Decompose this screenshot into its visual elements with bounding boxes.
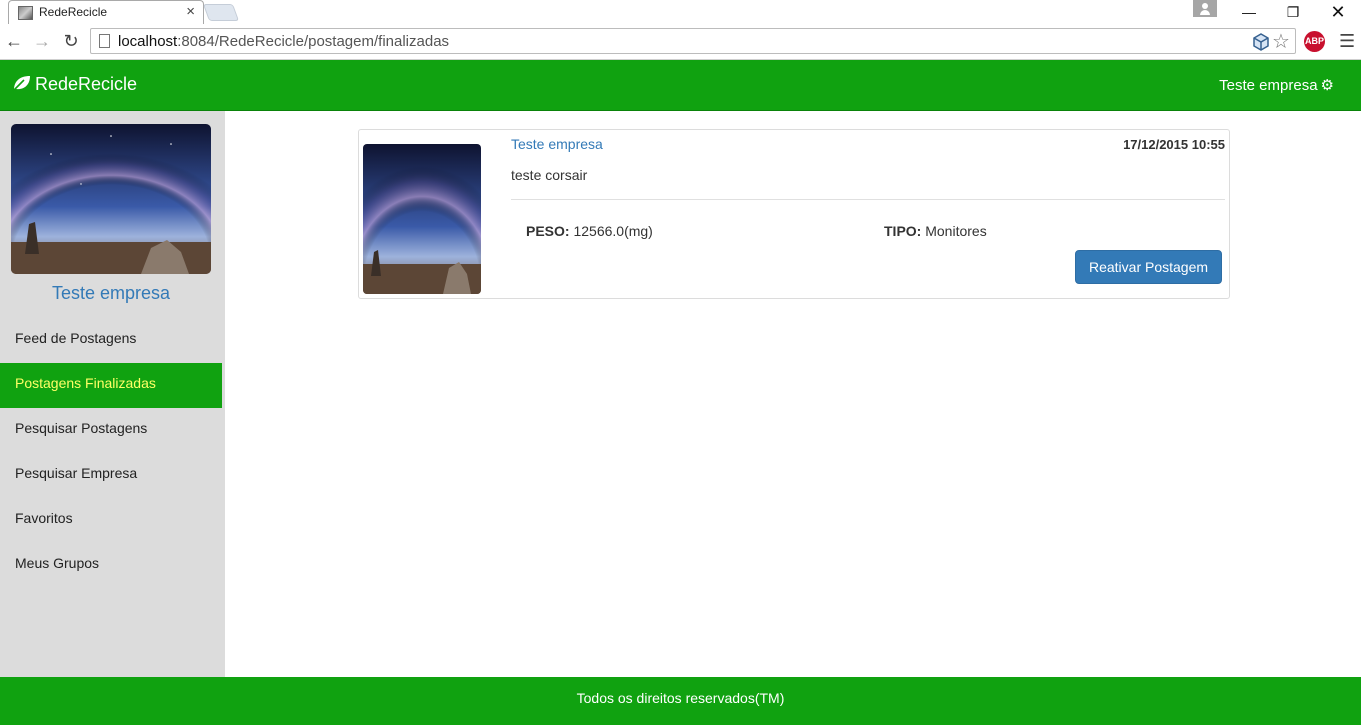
restore-button[interactable]: ❐ [1270, 0, 1316, 24]
close-tab-icon[interactable]: × [186, 3, 195, 21]
sidebar-nav: Feed de Postagens Postagens Finalizadas … [0, 318, 222, 588]
sidebar-item-favoritos[interactable]: Favoritos [0, 498, 222, 543]
post-date: 17/12/2015 10:55 [1123, 137, 1225, 152]
tipo-label: TIPO: [884, 223, 922, 239]
user-profile-icon[interactable] [1193, 0, 1217, 17]
browser-tab-strip: RedeRecicle × — ❐ ✕ [0, 0, 1361, 24]
address-bar[interactable]: localhost:8084/RedeRecicle/postagem/fina… [90, 28, 1296, 54]
user-menu-label: Teste empresa [1219, 77, 1318, 94]
url-text: localhost:8084/RedeRecicle/postagem/fina… [118, 33, 450, 50]
tipo-value: Monitores [925, 223, 987, 239]
close-window-button[interactable]: ✕ [1315, 0, 1361, 24]
post-author-link[interactable]: Teste empresa [511, 136, 603, 152]
leaf-icon [12, 76, 30, 92]
minimize-button[interactable]: — [1226, 0, 1272, 24]
footer-text: Todos os direitos reservados(TM) [576, 690, 785, 706]
gear-icon: ⚙ [1320, 77, 1334, 94]
sidebar-item-finalizadas[interactable]: Postagens Finalizadas [0, 363, 222, 408]
peso-value: 12566.0(mg) [573, 223, 653, 239]
back-icon[interactable]: ← [3, 30, 25, 52]
post-divider [511, 199, 1225, 200]
new-tab-button[interactable] [202, 4, 240, 21]
post-peso: PESO: 12566.0(mg) [526, 223, 653, 239]
sidebar-item-feed[interactable]: Feed de Postagens [0, 318, 222, 363]
brand-link[interactable]: RedeRecicle [12, 74, 137, 95]
peso-label: PESO: [526, 223, 570, 239]
extension-cube-icon[interactable] [1252, 33, 1270, 51]
page-icon [99, 34, 110, 48]
app-navbar: RedeRecicle Teste empresa ⚙ [0, 60, 1361, 111]
sidebar-item-pesquisar-postagens[interactable]: Pesquisar Postagens [0, 408, 222, 453]
post-image [363, 144, 481, 294]
brand-name: RedeRecicle [35, 74, 138, 94]
post-tipo: TIPO: Monitores [884, 223, 987, 239]
forward-icon[interactable]: → [31, 30, 53, 52]
browser-tab[interactable]: RedeRecicle × [8, 0, 204, 24]
profile-avatar [11, 124, 211, 274]
profile-name[interactable]: Teste empresa [0, 283, 222, 304]
footer: Todos os direitos reservados(TM) [0, 677, 1361, 725]
post-text: teste corsair [511, 167, 588, 183]
user-menu[interactable]: Teste empresa ⚙ [1219, 76, 1334, 94]
sidebar-item-pesquisar-empresa[interactable]: Pesquisar Empresa [0, 453, 222, 498]
reload-icon[interactable]: ↻ [60, 30, 82, 52]
sidebar: Teste empresa Feed de Postagens Postagen… [0, 111, 225, 677]
tab-title: RedeRecicle [39, 5, 108, 19]
adblock-icon[interactable]: ABP [1304, 31, 1325, 52]
reativar-postagem-button[interactable]: Reativar Postagem [1075, 250, 1222, 284]
sidebar-item-grupos[interactable]: Meus Grupos [0, 543, 222, 588]
browser-toolbar: ← → ↻ localhost:8084/RedeRecicle/postage… [0, 24, 1361, 60]
bookmark-star-icon[interactable]: ☆ [1272, 29, 1290, 54]
browser-menu-icon[interactable]: ☰ [1339, 31, 1355, 52]
favicon-icon [18, 6, 33, 20]
post-card: Teste empresa 17/12/2015 10:55 teste cor… [358, 129, 1230, 299]
